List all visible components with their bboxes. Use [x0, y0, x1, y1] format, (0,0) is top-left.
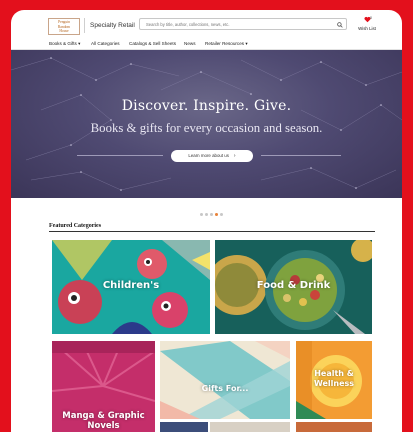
logo-line-3: House [59, 29, 69, 34]
category-tile-gifts[interactable]: Gifts For... [160, 341, 290, 419]
category-tile-childrens[interactable]: Children's [52, 240, 210, 334]
carousel-dot-2[interactable] [205, 213, 208, 216]
nav-item-news[interactable]: News [184, 41, 196, 46]
brand-logo[interactable]: Penguin Random House [48, 18, 80, 35]
wishlist-label: Wish List [358, 26, 376, 31]
wishlist-count: 0 [370, 16, 372, 20]
category-tile-partial-3[interactable] [296, 422, 372, 432]
childrens-label: Children's [102, 280, 160, 291]
featured-categories-title: Featured Categories [49, 223, 102, 229]
carousel-dots [200, 203, 225, 216]
carousel-dot-5[interactable] [220, 213, 223, 216]
nav-item-retailer-resources[interactable]: Retailer Resources ▾ [205, 41, 248, 47]
brand-divider [84, 18, 85, 33]
learn-more-label: Learn more about us [188, 153, 229, 158]
carousel-dot-4[interactable] [215, 213, 218, 216]
category-tile-food-drink[interactable]: Food & Drink [215, 240, 372, 334]
hero-title: Discover. Inspire. Give. [121, 98, 292, 114]
manga-label: Manga & Graphic Novels [62, 411, 145, 431]
search-box[interactable] [139, 18, 347, 30]
carousel-dot-3[interactable] [210, 213, 213, 216]
hero-banner: Discover. Inspire. Give. Books & gifts f… [11, 50, 402, 198]
search-input[interactable] [146, 20, 331, 29]
category-tile-manga[interactable]: Manga & Graphic Novels [52, 341, 155, 432]
category-tile-partial-2[interactable] [210, 422, 290, 432]
hero-rule-left [77, 155, 163, 156]
gifts-illustration [160, 341, 290, 419]
category-tile-partial-1[interactable] [160, 422, 208, 432]
learn-more-button[interactable]: Learn more about us › [171, 150, 253, 162]
category-tile-health[interactable]: Health & Wellness [296, 341, 372, 419]
search-icon[interactable] [337, 21, 343, 28]
nav-item-catalogs[interactable]: Catalogs & Sell Sheets [129, 41, 176, 46]
brand-name[interactable]: Specialty Retail [90, 22, 135, 29]
main-nav: Books & Gifts ▾ All Categories Catalogs … [11, 38, 402, 50]
hero-subtitle: Books & gifts for every occasion and sea… [90, 121, 323, 135]
page-card: Penguin Random House Specialty Retail 0 … [11, 10, 402, 432]
carousel-dot-1[interactable] [200, 213, 203, 216]
featured-divider [49, 231, 375, 232]
site-header: Penguin Random House Specialty Retail 0 … [11, 10, 402, 38]
food-drink-label: Food & Drink [256, 280, 331, 291]
nav-item-books-gifts[interactable]: Books & Gifts ▾ [49, 41, 80, 47]
wishlist-button[interactable]: 0 Wish List [355, 16, 379, 36]
hero-rule-right [261, 155, 341, 156]
health-label: Health & Wellness [313, 369, 355, 388]
chevron-right-icon: › [233, 153, 236, 159]
gifts-label: Gifts For... [201, 384, 249, 393]
nav-item-all-categories[interactable]: All Categories [91, 41, 120, 46]
